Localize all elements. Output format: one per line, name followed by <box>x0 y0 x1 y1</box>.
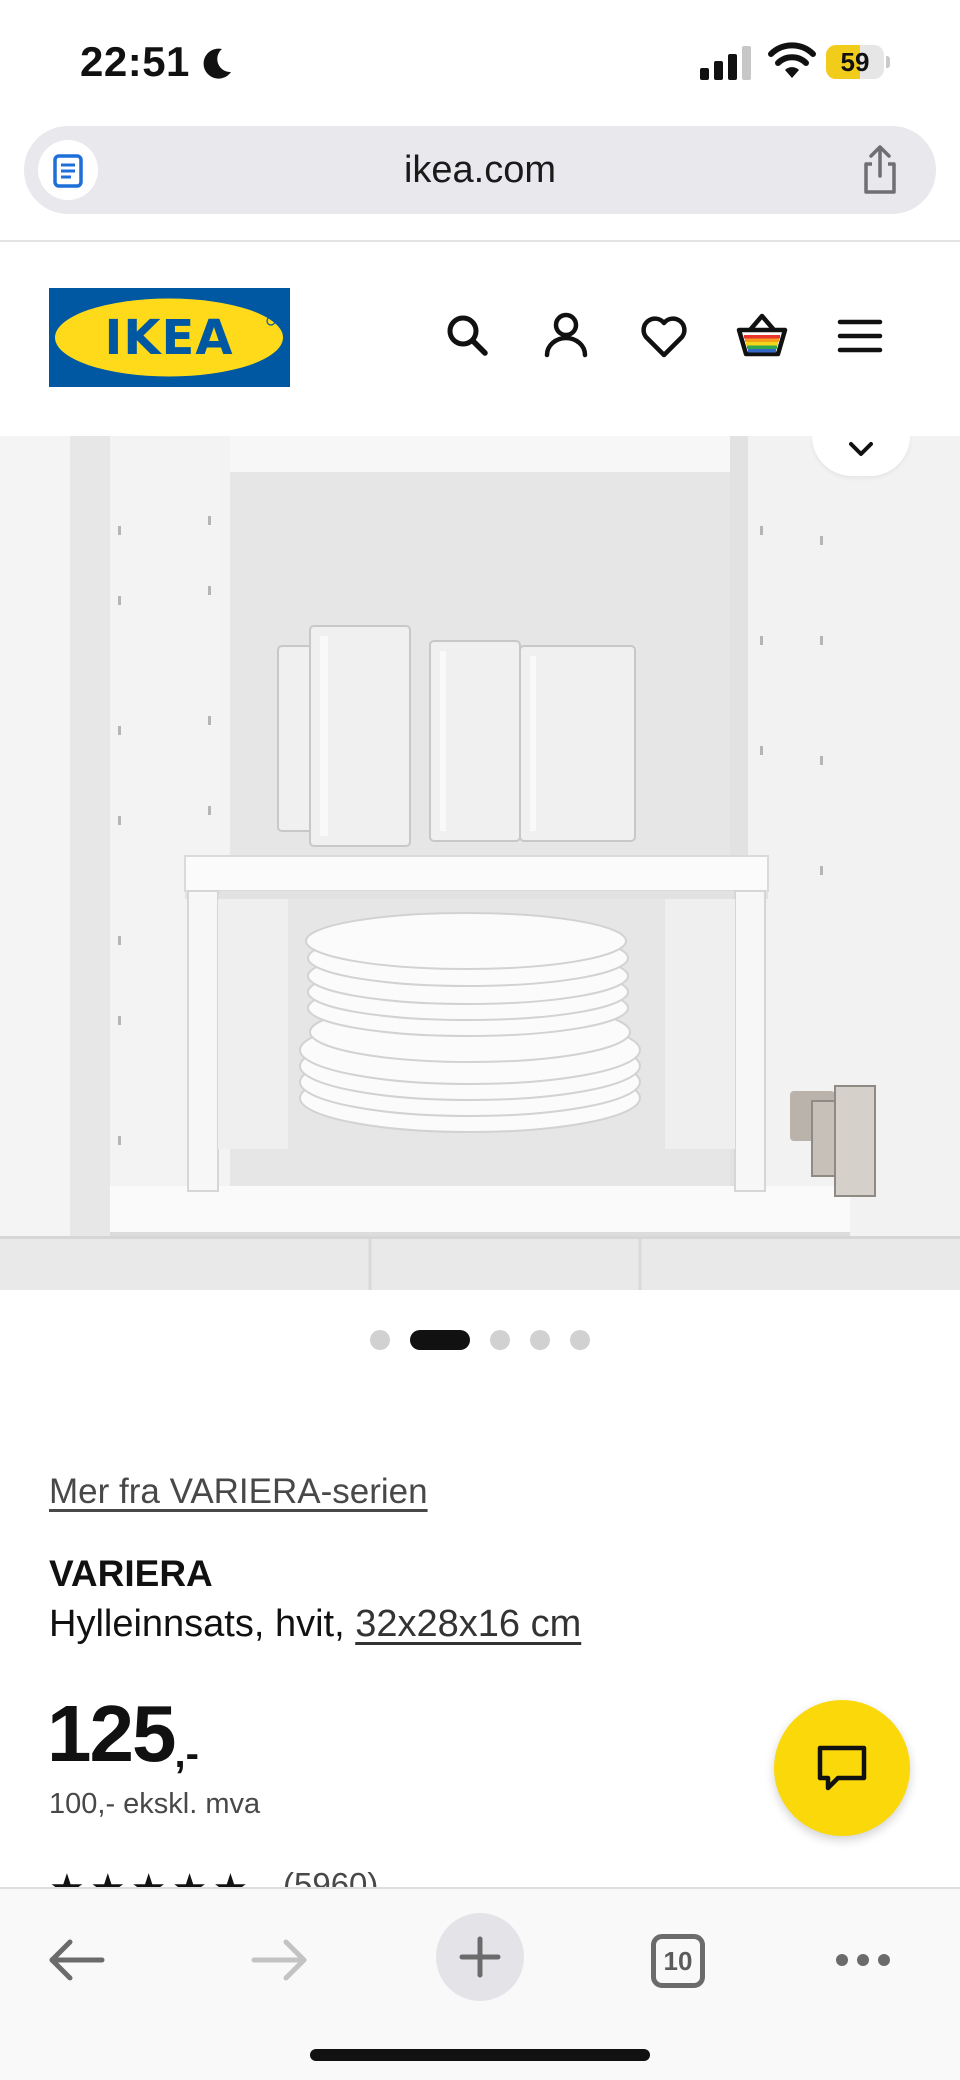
reader-mode-icon <box>53 154 83 188</box>
more-options-icon[interactable] <box>818 1915 908 2005</box>
home-indicator <box>310 2049 650 2061</box>
battery-percent: 59 <box>840 47 870 77</box>
wifi-icon <box>768 42 816 78</box>
plus-icon <box>459 1936 501 1978</box>
chat-icon <box>817 1745 867 1791</box>
ikea-logo-text: IKEA <box>105 310 234 366</box>
chevron-down-icon <box>849 442 873 456</box>
product-description: Hylleinnsats, hvit, 32x28x16 cm <box>49 1603 581 1646</box>
product-image[interactable] <box>0 436 960 1290</box>
image-carousel-dots <box>0 1329 960 1350</box>
carousel-dot[interactable] <box>570 1330 590 1350</box>
back-arrow-icon[interactable] <box>32 1915 122 2005</box>
battery-indicator: 59 <box>826 45 890 79</box>
product-photo-illustration <box>0 436 960 1290</box>
chat-button[interactable] <box>774 1700 910 1836</box>
moon-icon <box>203 48 231 79</box>
rating-row[interactable]: ★★★★★ (5960) <box>49 1858 449 1888</box>
signal-icon <box>700 46 751 80</box>
carousel-dot[interactable] <box>490 1330 510 1350</box>
carousel-dot[interactable] <box>530 1330 550 1350</box>
status-time: 22:51 <box>80 38 190 85</box>
share-icon[interactable] <box>852 142 908 198</box>
review-count[interactable]: (5960) <box>283 1866 378 1888</box>
url-text[interactable]: ikea.com <box>24 126 936 214</box>
new-tab-button[interactable] <box>436 1913 524 2001</box>
series-link[interactable]: Mer fra VARIERA-serien <box>49 1472 428 1512</box>
product-dimensions-link[interactable]: 32x28x16 cm <box>355 1603 581 1645</box>
carousel-dot[interactable] <box>370 1330 390 1350</box>
price-suffix: ,- <box>174 1732 199 1776</box>
address-bar[interactable]: ikea.com <box>24 126 936 214</box>
reader-mode-button[interactable] <box>38 140 98 200</box>
toolbar-divider <box>0 240 960 242</box>
shopping-bag-icon[interactable] <box>736 310 788 362</box>
carousel-dot-active[interactable] <box>410 1330 470 1350</box>
ikea-logo[interactable]: IKEA <box>49 288 290 387</box>
tabs-button[interactable]: 10 <box>651 1934 705 1988</box>
star-rating: ★★★★★ <box>49 1866 253 1888</box>
favorites-icon[interactable] <box>638 310 690 362</box>
forward-arrow-icon[interactable] <box>234 1915 324 2005</box>
product-name: VARIERA <box>49 1553 213 1594</box>
price-ex-vat: 100,- ekskl. mva <box>49 1788 261 1820</box>
product-description-text: Hylleinnsats, hvit, <box>49 1603 345 1645</box>
search-icon[interactable] <box>442 310 494 362</box>
account-icon[interactable] <box>540 310 592 362</box>
product-price: 125,- <box>47 1688 199 1780</box>
status-bar: 22:51 59 <box>0 0 960 120</box>
price-value: 125 <box>47 1689 176 1778</box>
menu-icon[interactable] <box>834 310 886 362</box>
